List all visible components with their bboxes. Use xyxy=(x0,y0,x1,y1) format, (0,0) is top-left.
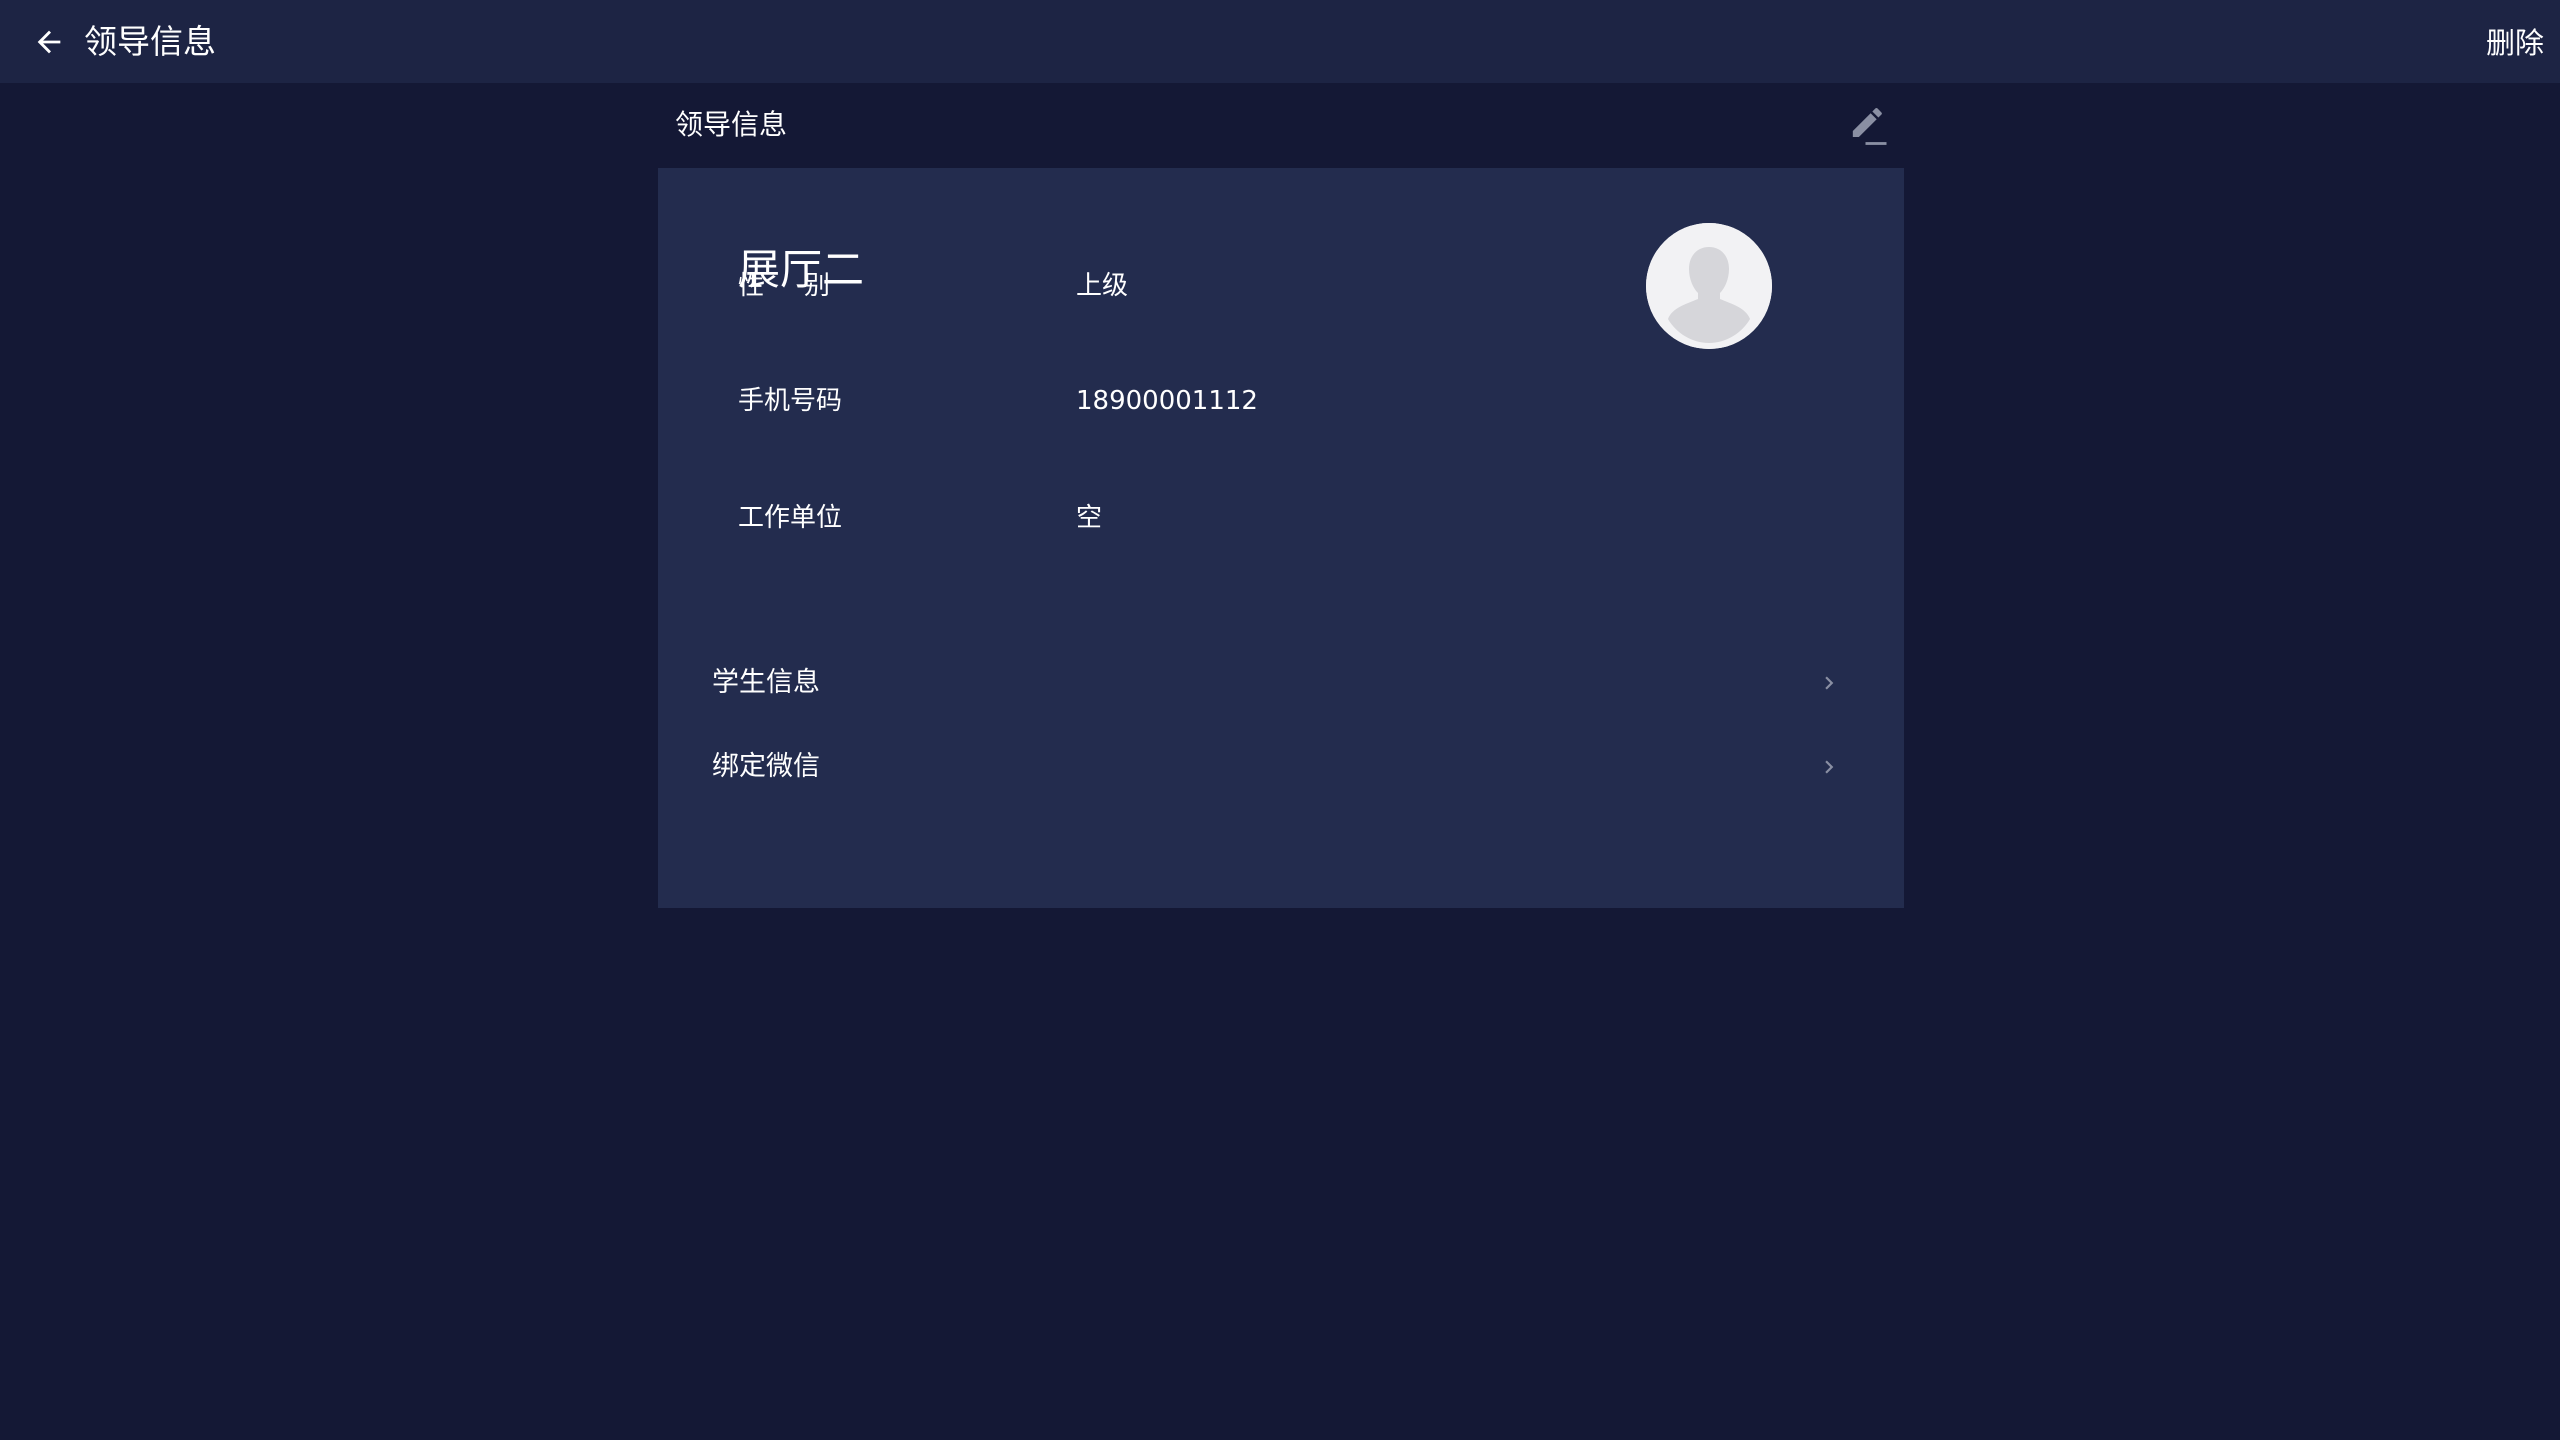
edit-button[interactable] xyxy=(1848,105,1890,147)
default-avatar-icon xyxy=(1646,223,1772,349)
avatar xyxy=(1646,223,1772,349)
gender-value: 上级 xyxy=(1076,271,1129,301)
student-info-label: 学生信息 xyxy=(712,667,820,698)
pencil-icon xyxy=(1852,108,1887,145)
bind-wechat-label: 绑定微信 xyxy=(712,751,820,782)
chevron-right-icon xyxy=(1825,760,1834,774)
back-button[interactable] xyxy=(28,21,70,63)
page-title: 领导信息 xyxy=(84,22,216,61)
bind-wechat-link[interactable]: 绑定微信 xyxy=(658,732,1904,802)
leader-info-card: 展厅二 性别 上级 手机号码 18900001112 工作单位 空 学生信息 绑… xyxy=(658,168,1904,908)
field-workplace: 工作单位 空 xyxy=(738,498,1638,538)
field-phone: 手机号码 18900001112 xyxy=(738,381,1638,421)
chevron-right-icon xyxy=(1825,676,1834,690)
workplace-label: 工作单位 xyxy=(738,503,843,533)
phone-label: 手机号码 xyxy=(738,386,843,416)
field-gender: 性别 上级 xyxy=(738,266,1638,306)
top-bar: 领导信息 删除 xyxy=(0,0,2560,83)
phone-value: 18900001112 xyxy=(1076,386,1258,416)
delete-button[interactable]: 删除 xyxy=(2486,22,2544,64)
student-info-link[interactable]: 学生信息 xyxy=(658,648,1904,718)
section-header: 领导信息 xyxy=(658,83,1904,168)
section-title: 领导信息 xyxy=(675,108,788,141)
arrow-left-icon xyxy=(37,30,61,54)
gender-label: 性别 xyxy=(738,271,871,301)
workplace-value: 空 xyxy=(1076,503,1103,533)
